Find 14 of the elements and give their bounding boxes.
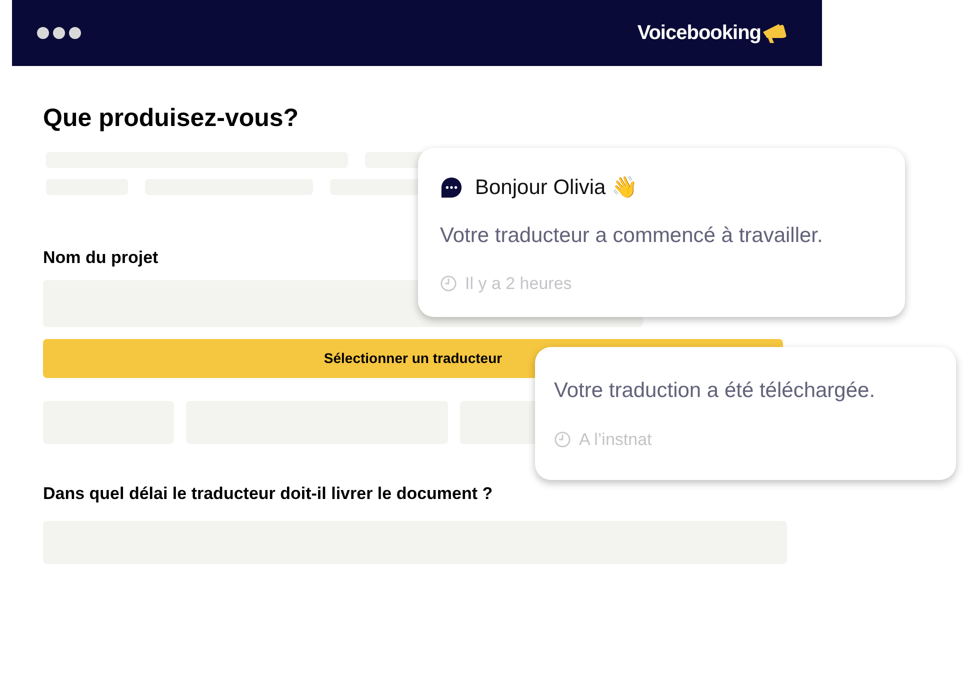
notification-time: A l’instnat (579, 428, 652, 450)
logo: Voicebooking (637, 21, 761, 46)
window-dots-icon (37, 27, 81, 39)
field-label: Dans quel délai le traducteur doit-il livrer le document ? (43, 483, 494, 505)
megaphone-icon (761, 22, 787, 44)
clock-icon (554, 430, 571, 448)
chat-bubble-icon (440, 176, 463, 200)
notification-title: Bonjour Olivia 👋 (475, 175, 638, 201)
notification-time: Il y a 2 heures (465, 273, 572, 295)
notification-message: Votre traduction a été téléchargée. (554, 378, 876, 404)
page-title: Que produisez-vous? (43, 103, 300, 134)
field-label: Nom du projet (43, 246, 160, 268)
notification-message: Votre traducteur a commencé à travailler. (440, 222, 824, 248)
clock-icon (440, 275, 457, 292)
